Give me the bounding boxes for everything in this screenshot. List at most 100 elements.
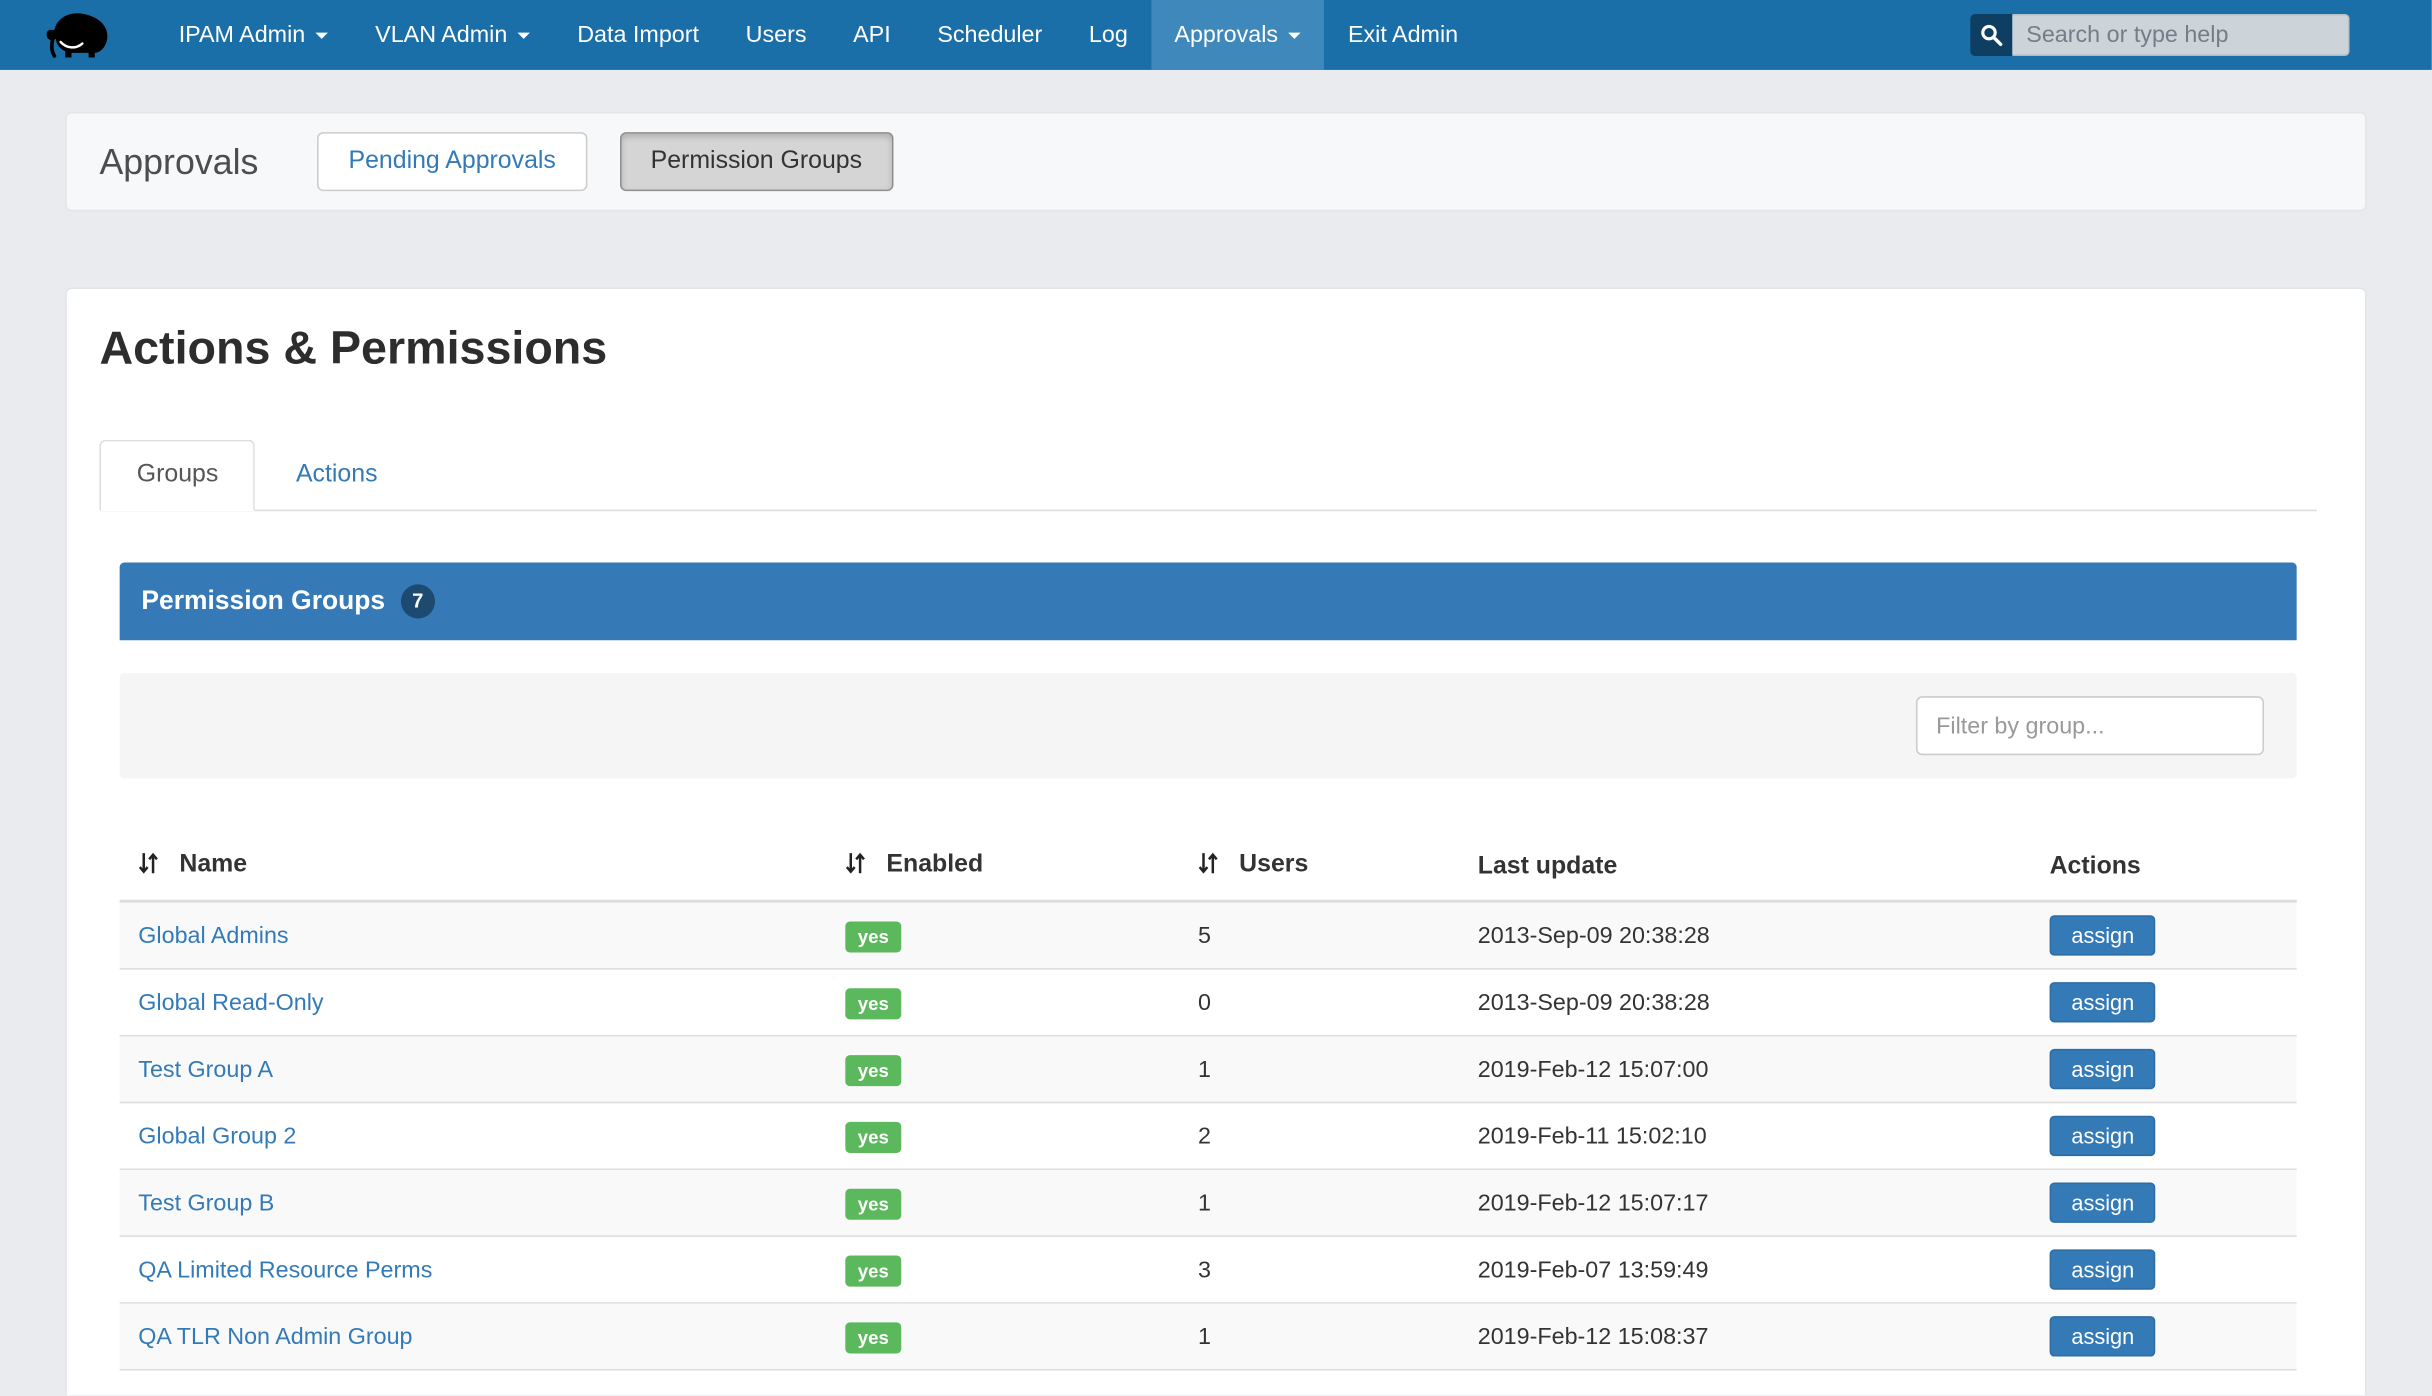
table-row: Global Group 2 yes 2 2019-Feb-11 15:02:1… <box>120 1103 2297 1170</box>
nav-item-scheduler[interactable]: Scheduler <box>914 0 1066 70</box>
assign-button[interactable]: assign <box>2050 1183 2156 1223</box>
enabled-badge: yes <box>845 1188 901 1219</box>
phpipam-admin-page: IPAM Admin VLAN Admin Data Import Users … <box>0 0 2432 1395</box>
pending-approvals-button[interactable]: Pending Approvals <box>317 132 587 191</box>
search-input[interactable] <box>2012 14 2349 56</box>
group-link[interactable]: QA TLR Non Admin Group <box>138 1323 412 1349</box>
nav-item-label: Data Import <box>577 22 699 48</box>
enabled-badge: yes <box>845 1322 901 1353</box>
table-row: QA Limited Resource Perms yes 3 2019-Feb… <box>120 1237 2297 1304</box>
nav-item-api[interactable]: API <box>830 0 914 70</box>
mammoth-logo-icon <box>44 9 112 60</box>
enabled-badge: yes <box>845 1121 901 1152</box>
group-count-badge: 7 <box>401 584 435 618</box>
table-row: Global Read-Only yes 0 2013-Sep-09 20:38… <box>120 970 2297 1037</box>
permission-groups-button[interactable]: Permission Groups <box>620 132 894 191</box>
users-count: 1 <box>1198 1190 1478 1216</box>
enabled-badge: yes <box>845 1255 901 1286</box>
enabled-badge: yes <box>845 921 901 952</box>
nav-item-users[interactable]: Users <box>722 0 829 70</box>
last-update: 2019-Feb-12 15:08:37 <box>1478 1323 2050 1349</box>
search-icon <box>1980 23 2003 46</box>
group-link[interactable]: QA Limited Resource Perms <box>138 1256 432 1282</box>
nav-item-log[interactable]: Log <box>1066 0 1152 70</box>
filter-toolbar <box>120 673 2297 779</box>
nav-item-label: Log <box>1089 22 1128 48</box>
nav-item-ipam-admin[interactable]: IPAM Admin <box>155 0 351 70</box>
nav-item-label: Approvals <box>1174 22 1278 48</box>
assign-button[interactable]: assign <box>2050 915 2156 955</box>
brand-logo[interactable] <box>0 0 155 70</box>
last-update: 2013-Sep-09 20:38:28 <box>1478 922 2050 948</box>
nav-item-label: Scheduler <box>937 22 1042 48</box>
caret-down-icon <box>1289 32 1301 38</box>
sort-icon[interactable] <box>138 852 158 883</box>
nav-item-label: Exit Admin <box>1348 22 1458 48</box>
users-count: 3 <box>1198 1256 1478 1282</box>
assign-button[interactable]: assign <box>2050 1049 2156 1089</box>
nav-item-approvals[interactable]: Approvals <box>1151 0 1325 70</box>
table-header-row: Name Enabled Users Last update Actions <box>120 834 2297 902</box>
last-update: 2013-Sep-09 20:38:28 <box>1478 989 2050 1015</box>
column-header-enabled: Enabled <box>845 852 1198 883</box>
sort-icon[interactable] <box>1198 852 1218 883</box>
section-title: Actions & Permissions <box>99 323 2365 376</box>
last-update: 2019-Feb-07 13:59:49 <box>1478 1256 2050 1282</box>
enabled-badge: yes <box>845 988 901 1019</box>
tab-groups[interactable]: Groups <box>99 440 255 511</box>
assign-button[interactable]: assign <box>2050 1249 2156 1289</box>
page-title: Approvals <box>99 141 258 183</box>
last-update: 2019-Feb-12 15:07:00 <box>1478 1056 2050 1082</box>
column-label: Actions <box>2050 853 2141 879</box>
assign-button[interactable]: assign <box>2050 982 2156 1022</box>
navbar-search <box>1970 14 2349 56</box>
group-link[interactable]: Test Group B <box>138 1190 274 1216</box>
group-link[interactable]: Global Admins <box>138 922 288 948</box>
group-link[interactable]: Global Read-Only <box>138 989 323 1015</box>
column-header-name: Name <box>120 852 846 883</box>
main-panel: Actions & Permissions Groups Actions Per… <box>65 287 2366 1395</box>
table-row: Test Group A yes 1 2019-Feb-12 15:07:00 … <box>120 1036 2297 1103</box>
assign-button[interactable]: assign <box>2050 1316 2156 1356</box>
enabled-badge: yes <box>845 1054 901 1085</box>
users-count: 2 <box>1198 1123 1478 1149</box>
nav-item-label: Users <box>746 22 807 48</box>
nav-item-label: VLAN Admin <box>375 22 507 48</box>
top-navbar: IPAM Admin VLAN Admin Data Import Users … <box>0 0 2432 70</box>
column-label: Name <box>179 852 247 878</box>
column-label: Last update <box>1478 853 1618 879</box>
approvals-header-bar: Approvals Pending Approvals Permission G… <box>65 112 2366 211</box>
group-link[interactable]: Global Group 2 <box>138 1123 296 1149</box>
search-button[interactable] <box>1970 14 2012 56</box>
nav-item-exit-admin[interactable]: Exit Admin <box>1325 0 1482 70</box>
table-row: Test Group B yes 1 2019-Feb-12 15:07:17 … <box>120 1170 2297 1237</box>
table-body: Global Admins yes 5 2013-Sep-09 20:38:28… <box>120 903 2297 1371</box>
last-update: 2019-Feb-11 15:02:10 <box>1478 1123 2050 1149</box>
users-count: 5 <box>1198 922 1478 948</box>
permission-groups-table: Name Enabled Users Last update Actions <box>120 779 2297 1371</box>
column-header-actions: Actions <box>2050 853 2297 881</box>
column-header-last-update: Last update <box>1478 853 2050 881</box>
permission-groups-heading: Permission Groups 7 <box>120 563 2297 641</box>
nav-item-data-import[interactable]: Data Import <box>554 0 722 70</box>
tab-bar: Groups Actions <box>99 440 2316 511</box>
table-row: Global Admins yes 5 2013-Sep-09 20:38:28… <box>120 903 2297 970</box>
caret-down-icon <box>518 32 530 38</box>
column-label: Users <box>1239 852 1308 878</box>
column-header-users: Users <box>1198 852 1478 883</box>
sort-icon[interactable] <box>845 852 865 883</box>
panel-heading-title: Permission Groups <box>141 586 385 617</box>
caret-down-icon <box>316 32 328 38</box>
column-label: Enabled <box>886 852 983 878</box>
nav-item-label: API <box>853 22 891 48</box>
last-update: 2019-Feb-12 15:07:17 <box>1478 1190 2050 1216</box>
table-row: QA TLR Non Admin Group yes 1 2019-Feb-12… <box>120 1304 2297 1371</box>
users-count: 1 <box>1198 1056 1478 1082</box>
nav-item-label: IPAM Admin <box>179 22 306 48</box>
tab-actions[interactable]: Actions <box>259 440 415 511</box>
users-count: 1 <box>1198 1323 1478 1349</box>
nav-item-vlan-admin[interactable]: VLAN Admin <box>352 0 554 70</box>
filter-by-group-input[interactable] <box>1916 696 2264 755</box>
group-link[interactable]: Test Group A <box>138 1056 273 1082</box>
assign-button[interactable]: assign <box>2050 1116 2156 1156</box>
